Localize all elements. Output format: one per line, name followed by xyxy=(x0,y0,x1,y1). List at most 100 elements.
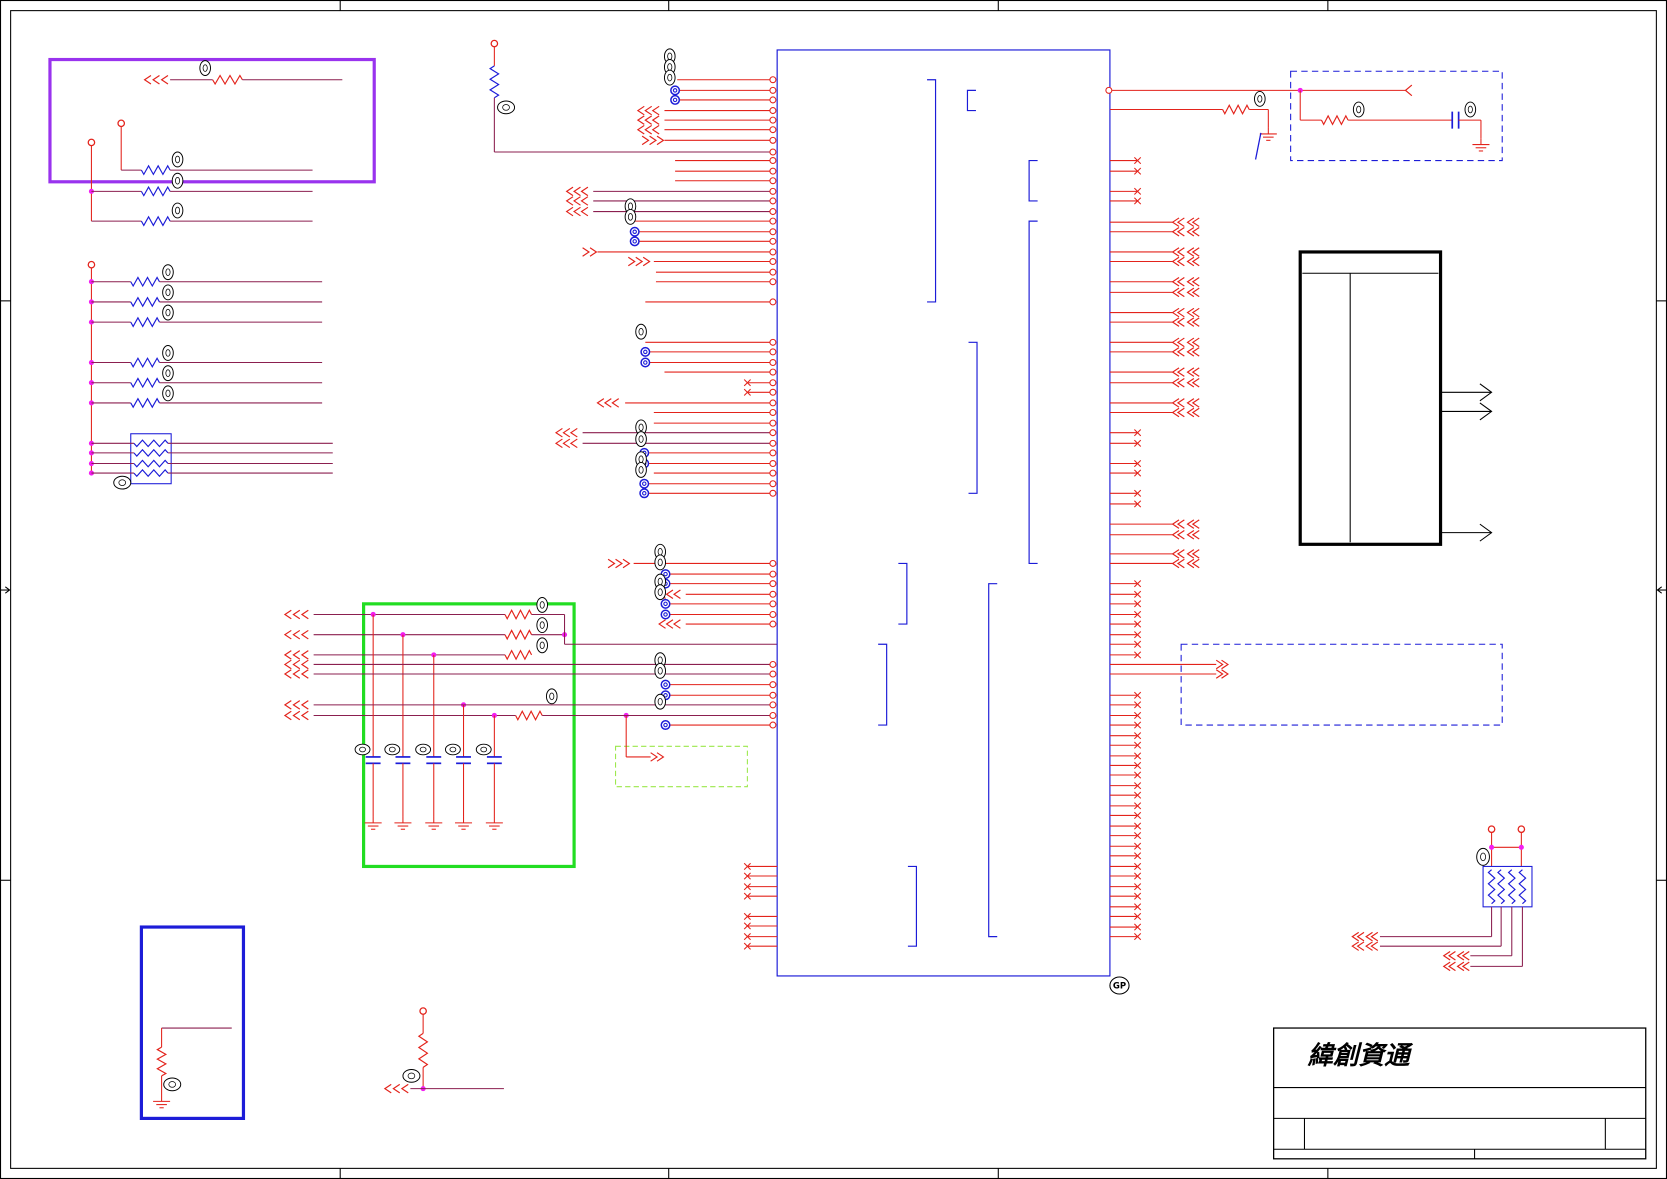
test-point xyxy=(660,679,671,690)
outer-border xyxy=(0,0,1667,1179)
resistor xyxy=(1320,114,1349,126)
resistor xyxy=(489,65,500,99)
pin-terminal xyxy=(769,711,777,719)
part-reference-tag xyxy=(171,151,184,168)
off-page-connector-in xyxy=(573,206,581,217)
pin-terminal xyxy=(769,268,777,276)
off-page-connector-in xyxy=(580,206,589,217)
off-page-connector-in xyxy=(392,1083,401,1094)
part-reference-tag xyxy=(536,637,548,654)
part-reference-tag xyxy=(1352,101,1365,118)
resistor xyxy=(133,439,169,448)
pin-terminal xyxy=(769,429,777,437)
pin-terminal xyxy=(769,721,777,729)
off-page-connector-in xyxy=(292,700,301,710)
resistor xyxy=(130,357,160,368)
off-page-connector-out xyxy=(1215,669,1224,679)
off-page-connector-in xyxy=(636,105,645,116)
ic-reference-tag-group: GP xyxy=(1109,976,1130,995)
pin-terminal xyxy=(769,399,777,407)
part-reference-tag xyxy=(624,208,637,225)
part-reference-tag xyxy=(415,743,432,756)
resistor xyxy=(140,185,171,197)
off-page-connector-out xyxy=(649,135,658,146)
pin-terminal xyxy=(769,248,777,256)
part-reference-tag xyxy=(171,172,184,189)
off-page-connector-in xyxy=(1176,549,1185,559)
off-page-connector-in xyxy=(636,115,645,125)
off-page-connector-in xyxy=(651,124,660,135)
pin-terminal xyxy=(769,610,777,618)
pullup-resistor-column xyxy=(87,260,333,490)
pin-terminal xyxy=(769,278,777,286)
pin-terminal xyxy=(769,439,777,447)
resistor xyxy=(156,1046,168,1077)
off-page-connector-in xyxy=(665,589,674,600)
part-reference-tag xyxy=(536,596,548,613)
pin-terminal xyxy=(769,237,777,245)
title-block: 緯創資通 xyxy=(1273,1027,1647,1160)
black-table xyxy=(1298,250,1493,546)
pin-group-bracket xyxy=(927,79,937,303)
power-terminal xyxy=(87,138,96,147)
pin-terminal xyxy=(769,590,777,598)
power-terminal xyxy=(87,260,96,269)
off-page-connector-in xyxy=(300,629,309,640)
pin-terminal xyxy=(769,228,777,236)
off-page-connector-in xyxy=(1191,398,1200,408)
test-point xyxy=(660,720,671,731)
resistor xyxy=(515,709,543,721)
off-page-connector-in xyxy=(1176,217,1185,227)
off-page-connector-in xyxy=(554,438,563,449)
off-page-connector-in xyxy=(1404,84,1413,97)
pin-terminal xyxy=(769,167,777,175)
pin-group-bracket xyxy=(966,89,976,112)
off-page-connector-in xyxy=(292,669,301,679)
off-page-connector-in xyxy=(1176,307,1185,318)
resistor xyxy=(130,397,160,409)
pin-terminal xyxy=(769,559,777,567)
part-reference-tag xyxy=(663,69,676,86)
off-page-connector-in xyxy=(1191,247,1200,257)
off-page-connector-in xyxy=(651,115,660,125)
resistor xyxy=(504,608,533,621)
pin-terminal xyxy=(769,419,777,427)
off-page-connector-in xyxy=(562,427,571,438)
part-reference-tag xyxy=(1476,847,1490,866)
ic-body xyxy=(776,49,1111,977)
off-page-connector-out xyxy=(656,135,665,146)
junction-dot xyxy=(1489,844,1495,850)
pin-group-bracket xyxy=(907,865,918,947)
pin-terminal xyxy=(769,208,777,216)
off-page-connector-in xyxy=(1356,931,1365,942)
off-page-connector-in xyxy=(283,659,292,670)
off-page-connector-out xyxy=(635,256,644,267)
pin-group-bracket xyxy=(898,562,908,625)
part-reference-tag xyxy=(635,323,647,340)
off-page-connector-out xyxy=(627,256,636,267)
off-page-connector-in xyxy=(1448,951,1456,961)
right-pin-wiring xyxy=(1105,70,1503,941)
part-reference-tag xyxy=(384,743,401,756)
part-reference-tag xyxy=(654,693,667,710)
resistor xyxy=(133,448,169,457)
pin-terminal xyxy=(769,681,777,689)
off-page-connector-in xyxy=(1176,558,1185,569)
off-page-connector-in xyxy=(644,115,653,125)
off-page-connector-in xyxy=(300,659,309,670)
off-page-connector-in xyxy=(672,589,681,600)
off-page-connector-in xyxy=(1191,347,1200,357)
junction-dot xyxy=(1518,844,1524,850)
off-page-connector-in xyxy=(603,398,612,408)
off-page-connector-in xyxy=(283,710,292,721)
part-reference-tag xyxy=(162,365,174,382)
test-point xyxy=(660,598,671,609)
off-page-connector-in xyxy=(554,427,563,438)
off-page-connector-in xyxy=(1191,287,1200,298)
off-page-connector-in xyxy=(143,74,152,85)
part-reference-tag xyxy=(654,554,667,571)
blue-outline xyxy=(139,925,246,1120)
part-reference-tag xyxy=(162,264,174,281)
off-page-connector-out xyxy=(642,256,651,267)
off-page-connector-in xyxy=(1191,307,1200,318)
